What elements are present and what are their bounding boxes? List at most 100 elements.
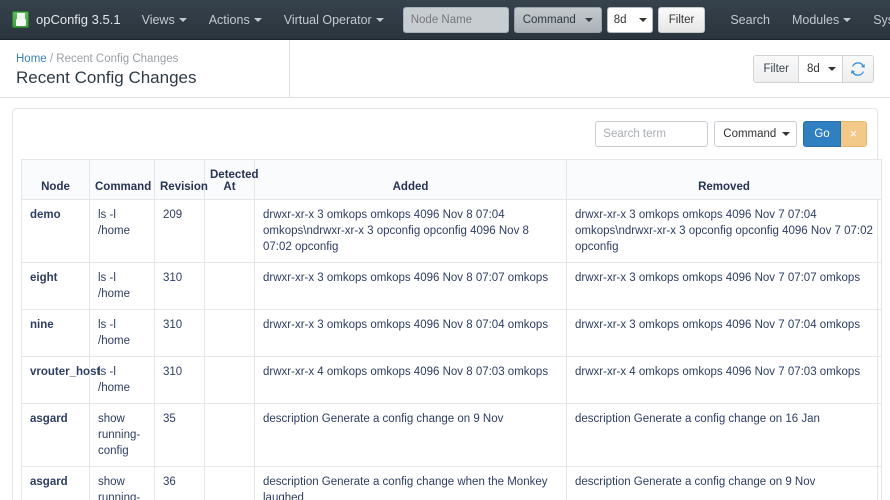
page-header-left: Home / Recent Config Changes Recent Conf… — [16, 50, 288, 88]
cell-node: vrouter_host — [22, 357, 90, 404]
cell-node: asgard — [22, 467, 90, 500]
nav-menu-virtual-operator[interactable]: Virtual Operator — [273, 0, 395, 40]
cell-revision: 35 — [155, 404, 205, 467]
header-filter-button[interactable]: Filter — [754, 56, 799, 82]
refresh-icon — [851, 62, 865, 76]
cell-removed: drwxr-xr-x 3 omkops omkops 4096 Nov 7 07… — [567, 263, 882, 310]
cell-detected-at — [205, 200, 255, 263]
chevron-down-icon — [782, 132, 790, 136]
cell-removed: drwxr-xr-x 3 omkops omkops 4096 Nov 7 07… — [567, 200, 882, 263]
nav-menu-system-label: System — [873, 13, 890, 27]
cell-command: ls -l /home — [90, 310, 155, 357]
chevron-down-icon — [585, 18, 593, 22]
table-row[interactable]: asgardshow running-config36 description G… — [22, 467, 882, 500]
cell-detected-at — [205, 404, 255, 467]
cell-revision: 310 — [155, 310, 205, 357]
cell-node: demo — [22, 200, 90, 263]
cell-added: drwxr-xr-x 3 omkops omkops 4096 Nov 8 07… — [255, 200, 567, 263]
nav-search-link[interactable]: Search — [719, 0, 781, 40]
cell-removed: description Generate a config change on … — [567, 467, 882, 500]
cell-added: drwxr-xr-x 3 omkops omkops 4096 Nov 8 07… — [255, 310, 567, 357]
nav-menu-actions-label: Actions — [209, 13, 250, 27]
nav-menu-virtual-operator-label: Virtual Operator — [284, 13, 372, 27]
header-period-select[interactable]: 8d — [799, 56, 843, 82]
navbar-filter-form: Command 8d Filter — [403, 7, 706, 33]
page-header: Home / Recent Config Changes Recent Conf… — [0, 40, 890, 98]
nav-menu-modules[interactable]: Modules — [781, 0, 862, 40]
cell-node: eight — [22, 263, 90, 310]
column-header-added[interactable]: Added — [255, 160, 567, 200]
cell-command: ls -l /home — [90, 200, 155, 263]
breadcrumb-home-link[interactable]: Home — [16, 53, 47, 65]
table-row[interactable]: asgardshow running-config35 description G… — [22, 404, 882, 467]
search-action-group: Go × — [803, 121, 867, 147]
chevron-down-icon — [843, 18, 851, 22]
cell-command: show running-config — [90, 404, 155, 467]
cell-revision: 310 — [155, 263, 205, 310]
navbar-right-group: Modules System Help User: nmis — [781, 0, 890, 40]
cell-added: description Generate a config change on … — [255, 404, 567, 467]
cell-added: drwxr-xr-x 3 omkops omkops 4096 Nov 8 07… — [255, 263, 567, 310]
cell-detected-at — [205, 310, 255, 357]
nav-menu-actions[interactable]: Actions — [198, 0, 273, 40]
chevron-down-icon — [639, 18, 647, 22]
nav-menu-system[interactable]: System — [862, 0, 890, 40]
column-header-removed[interactable]: Removed — [567, 160, 882, 200]
navbar-command-label: Command — [523, 14, 576, 26]
cell-detected-at — [205, 357, 255, 404]
cell-detected-at — [205, 263, 255, 310]
navbar-filter-button[interactable]: Filter — [658, 7, 706, 33]
command-filter-label: Command — [723, 128, 776, 140]
navbar-period-select[interactable]: 8d — [607, 7, 653, 33]
cell-removed: description Generate a config change on … — [567, 404, 882, 467]
clear-search-button[interactable]: × — [841, 121, 867, 147]
cell-removed: drwxr-xr-x 3 omkops omkops 4096 Nov 7 07… — [567, 310, 882, 357]
brand[interactable]: opConfig 3.5.1 — [8, 11, 131, 28]
breadcrumb-current: Recent Config Changes — [56, 53, 178, 65]
nav-menu-modules-label: Modules — [792, 13, 839, 27]
cell-revision: 209 — [155, 200, 205, 263]
column-header-revision[interactable]: Revision — [155, 160, 205, 200]
header-filter-label: Filter — [763, 63, 789, 75]
cell-revision: 36 — [155, 467, 205, 500]
cell-node: asgard — [22, 404, 90, 467]
nav-menu-views-label: Views — [142, 13, 175, 27]
table-row[interactable]: ninels -l /home310drwxr-xr-x 3 omkops om… — [22, 310, 882, 357]
cell-revision: 310 — [155, 357, 205, 404]
table-row[interactable]: vrouter_hostls -l /home310 drwxr-xr-x 4 o… — [22, 357, 882, 404]
chevron-down-icon — [254, 18, 262, 22]
page-title: Recent Config Changes — [16, 67, 288, 88]
top-navbar: opConfig 3.5.1 Views Actions Virtual Ope… — [0, 0, 890, 40]
navbar-command-dropdown[interactable]: Command — [514, 7, 602, 33]
command-filter-select[interactable]: Command — [714, 121, 797, 147]
table-row[interactable]: demols -l /home209 drwxr-xr-x 3 omkops om… — [22, 200, 882, 263]
cell-added: description Generate a config change whe… — [255, 467, 567, 500]
cell-command: ls -l /home — [90, 357, 155, 404]
table-row[interactable]: eightls -l /home310 drwxr-xr-x 3 omkops o… — [22, 263, 882, 310]
header-filter-group: Filter 8d — [753, 55, 874, 83]
chevron-down-icon — [376, 18, 384, 22]
cell-added: drwxr-xr-x 4 omkops omkops 4096 Nov 8 07… — [255, 357, 567, 404]
recent-config-changes-table: Node Command Revision Detected At Added … — [21, 159, 882, 500]
recent-config-changes-panel: Command Go × Node Command Revision Detec… — [12, 108, 878, 500]
header-divider — [289, 40, 290, 97]
panel-toolbar: Command Go × — [21, 119, 869, 159]
cell-command: ls -l /home — [90, 263, 155, 310]
refresh-button[interactable] — [843, 56, 873, 82]
nav-menu-views[interactable]: Views — [131, 0, 198, 40]
cell-command: show running-config — [90, 467, 155, 500]
app-logo-icon — [12, 11, 29, 28]
column-header-node[interactable]: Node — [22, 160, 90, 200]
brand-label: opConfig 3.5.1 — [36, 12, 121, 27]
search-input[interactable] — [595, 121, 708, 147]
column-header-detected-at[interactable]: Detected At — [205, 160, 255, 200]
close-icon: × — [850, 127, 857, 141]
column-header-command[interactable]: Command — [90, 160, 155, 200]
node-name-input[interactable] — [403, 7, 509, 33]
table-header-row: Node Command Revision Detected At Added … — [22, 160, 882, 200]
table-head: Node Command Revision Detected At Added … — [22, 160, 882, 200]
cell-detected-at — [205, 467, 255, 500]
breadcrumb-separator: / — [47, 53, 57, 65]
navbar-period-label: 8d — [614, 14, 627, 26]
go-button[interactable]: Go — [803, 121, 840, 147]
